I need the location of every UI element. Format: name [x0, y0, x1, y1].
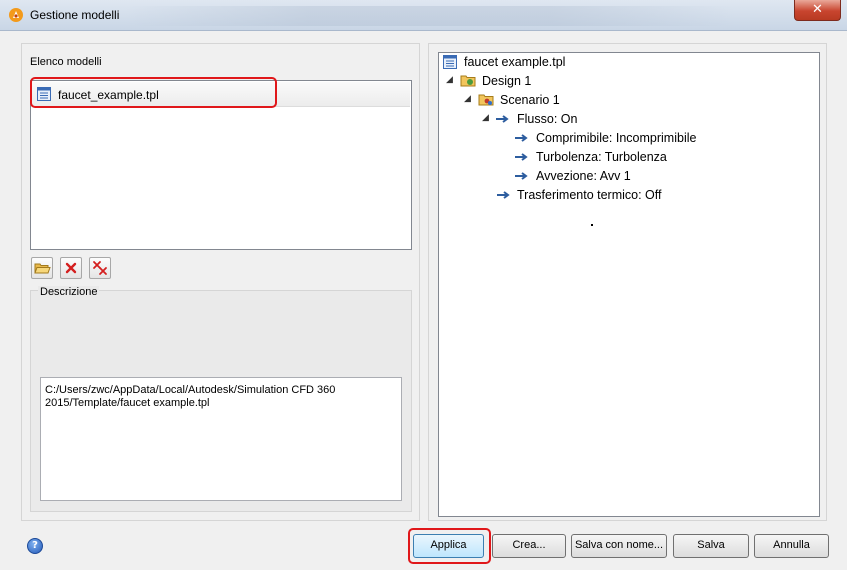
description-field[interactable]: C:/Users/zwc/AppData/Local/Autodesk/Simu… [40, 377, 402, 501]
tree-scenario-label: Scenario 1 [500, 93, 560, 107]
tree-advection-label: Avvezione: Avv 1 [536, 169, 631, 183]
delete-all-button[interactable] [89, 257, 111, 279]
selected-model-highlight [30, 77, 277, 108]
open-button[interactable] [31, 257, 53, 279]
delete-button[interactable] [60, 257, 82, 279]
cancel-button[interactable]: Annulla [754, 534, 829, 558]
arrow-right-icon [515, 172, 528, 180]
open-folder-icon [34, 263, 51, 274]
tree-flow-label: Flusso: On [517, 112, 578, 126]
arrow-right-icon [497, 191, 510, 199]
window-title: Gestione modelli [30, 8, 120, 22]
apply-button-highlight [408, 528, 491, 564]
save-button[interactable]: Salva [673, 534, 749, 558]
autodesk-cfd-icon [9, 8, 23, 22]
arrow-right-icon [515, 153, 528, 161]
close-button[interactable]: ✕ [794, 0, 841, 21]
delete-icon [65, 262, 77, 274]
tree-root-label: faucet example.tpl [464, 55, 566, 69]
create-button[interactable]: Crea... [492, 534, 566, 558]
help-icon[interactable]: ? [27, 538, 43, 554]
mouse-cursor-dot [591, 224, 593, 226]
save-as-button[interactable]: Salva con nome... [571, 534, 667, 558]
models-list-label: Elenco modelli [30, 56, 102, 68]
tree-compressible-label: Comprimibile: Incomprimibile [536, 131, 697, 145]
scenario-folder-icon [478, 94, 494, 106]
expand-triangle-icon[interactable]: ◢ [482, 113, 489, 123]
tree-design-label: Design 1 [482, 74, 532, 88]
description-text: C:/Users/zwc/AppData/Local/Autodesk/Simu… [45, 384, 336, 409]
delete-all-icon [93, 261, 107, 275]
arrow-right-icon [496, 115, 509, 123]
expand-triangle-icon[interactable]: ◢ [464, 94, 471, 104]
template-file-icon [443, 55, 457, 69]
design-folder-icon [460, 75, 476, 87]
tree-heat-transfer-label: Trasferimento termico: Off [517, 188, 662, 202]
description-label: Descrizione [38, 286, 100, 298]
background-window-ghost [125, 6, 735, 26]
title-bar: Gestione modelli ✕ [0, 0, 847, 31]
expand-triangle-icon[interactable]: ◢ [446, 75, 453, 85]
arrow-right-icon [515, 134, 528, 142]
tree-turbulence-label: Turbolenza: Turbolenza [536, 150, 667, 164]
